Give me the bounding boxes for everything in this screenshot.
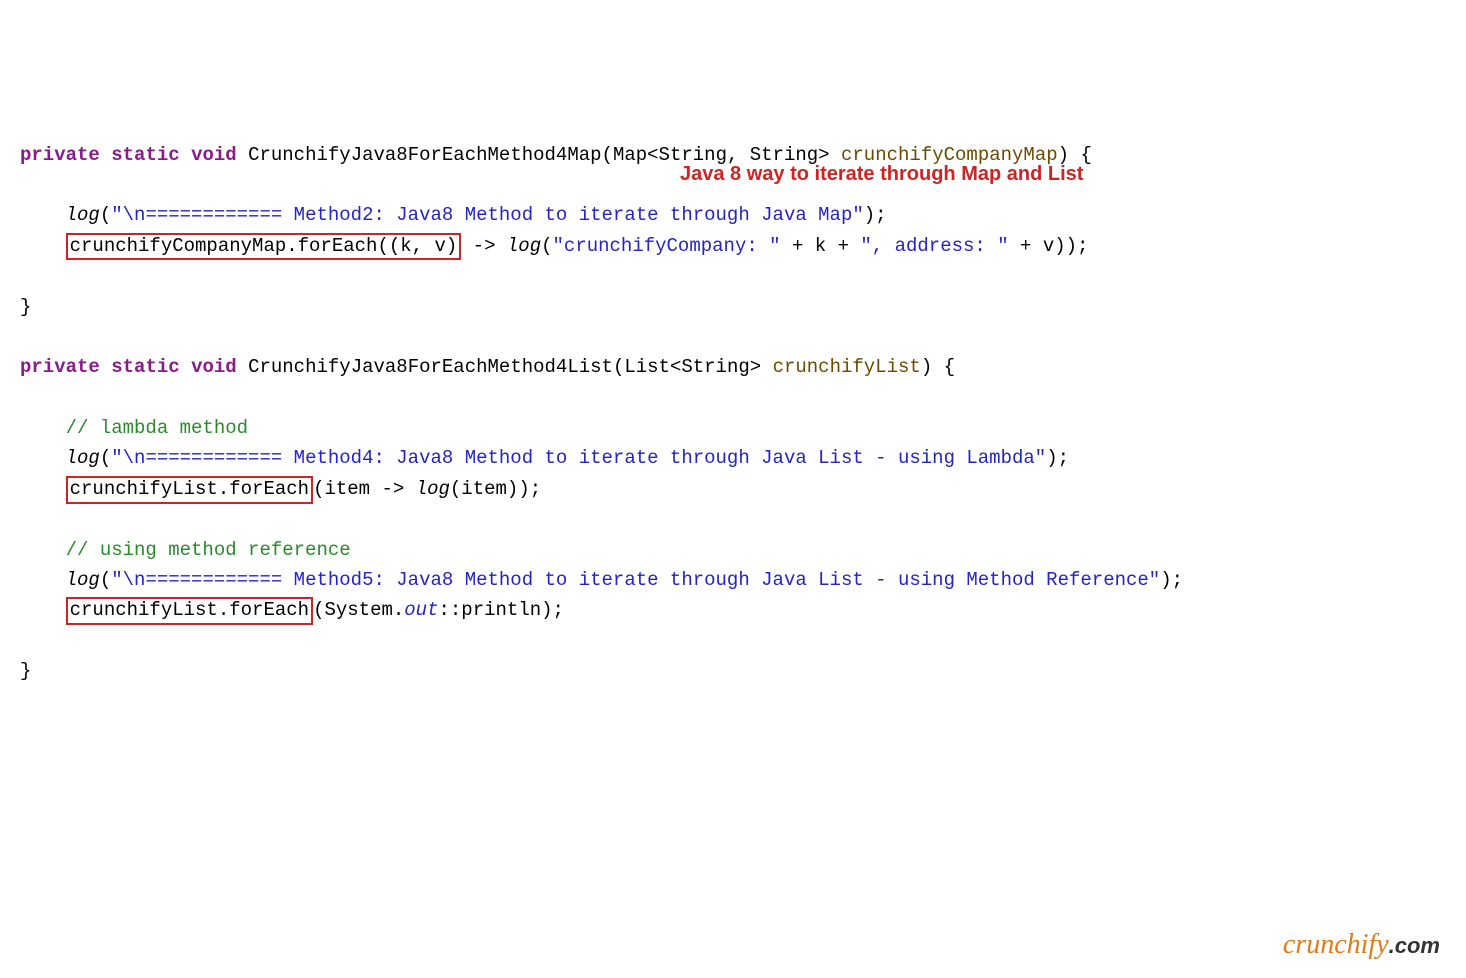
keyword-void: void bbox=[191, 144, 237, 166]
method-name-1: CrunchifyJava8ForEachMethod4Map bbox=[248, 144, 601, 166]
log-string-part2: ", address: " bbox=[860, 235, 1008, 257]
method-name-2: CrunchifyJava8ForEachMethod4List bbox=[248, 356, 613, 378]
log-call: log bbox=[416, 478, 450, 500]
code-block: private static void CrunchifyJava8ForEac… bbox=[20, 140, 1446, 687]
highlight-box-1: crunchifyCompanyMap.forEach((k, v) bbox=[66, 233, 462, 261]
keyword-private: private bbox=[20, 356, 100, 378]
brace-close: } bbox=[20, 660, 31, 682]
log-call: log bbox=[507, 235, 541, 257]
log-string-2: "\n============ Method4: Java8 Method to… bbox=[111, 447, 1046, 469]
annotation-text: Java 8 way to iterate through Map and Li… bbox=[680, 158, 1083, 190]
method2-param-var: crunchifyList bbox=[773, 356, 921, 378]
lambda-arrow: -> bbox=[461, 235, 507, 257]
log-call: log bbox=[66, 569, 100, 591]
keyword-private: private bbox=[20, 144, 100, 166]
system-out-field: out bbox=[404, 599, 438, 621]
keyword-void: void bbox=[191, 356, 237, 378]
keyword-static: static bbox=[111, 144, 179, 166]
log-string-part1: "crunchifyCompany: " bbox=[553, 235, 781, 257]
comment-methodref: // using method reference bbox=[66, 539, 351, 561]
log-string-1: "\n============ Method2: Java8 Method to… bbox=[111, 204, 864, 226]
keyword-static: static bbox=[111, 356, 179, 378]
method2-params-close: ) { bbox=[921, 356, 955, 378]
watermark-dotcom: .com bbox=[1389, 933, 1440, 958]
method2-params-open: (List<String> bbox=[613, 356, 773, 378]
log-call: log bbox=[66, 204, 100, 226]
brace-close: } bbox=[20, 296, 31, 318]
comment-lambda: // lambda method bbox=[66, 417, 248, 439]
watermark: crunchify.com bbox=[1283, 923, 1440, 968]
log-call: log bbox=[66, 447, 100, 469]
watermark-brand: crunchify bbox=[1283, 929, 1389, 960]
highlight-box-2: crunchifyList.forEach bbox=[66, 476, 313, 504]
highlight-box-3: crunchifyList.forEach bbox=[66, 597, 313, 625]
log-string-3: "\n============ Method5: Java8 Method to… bbox=[111, 569, 1160, 591]
